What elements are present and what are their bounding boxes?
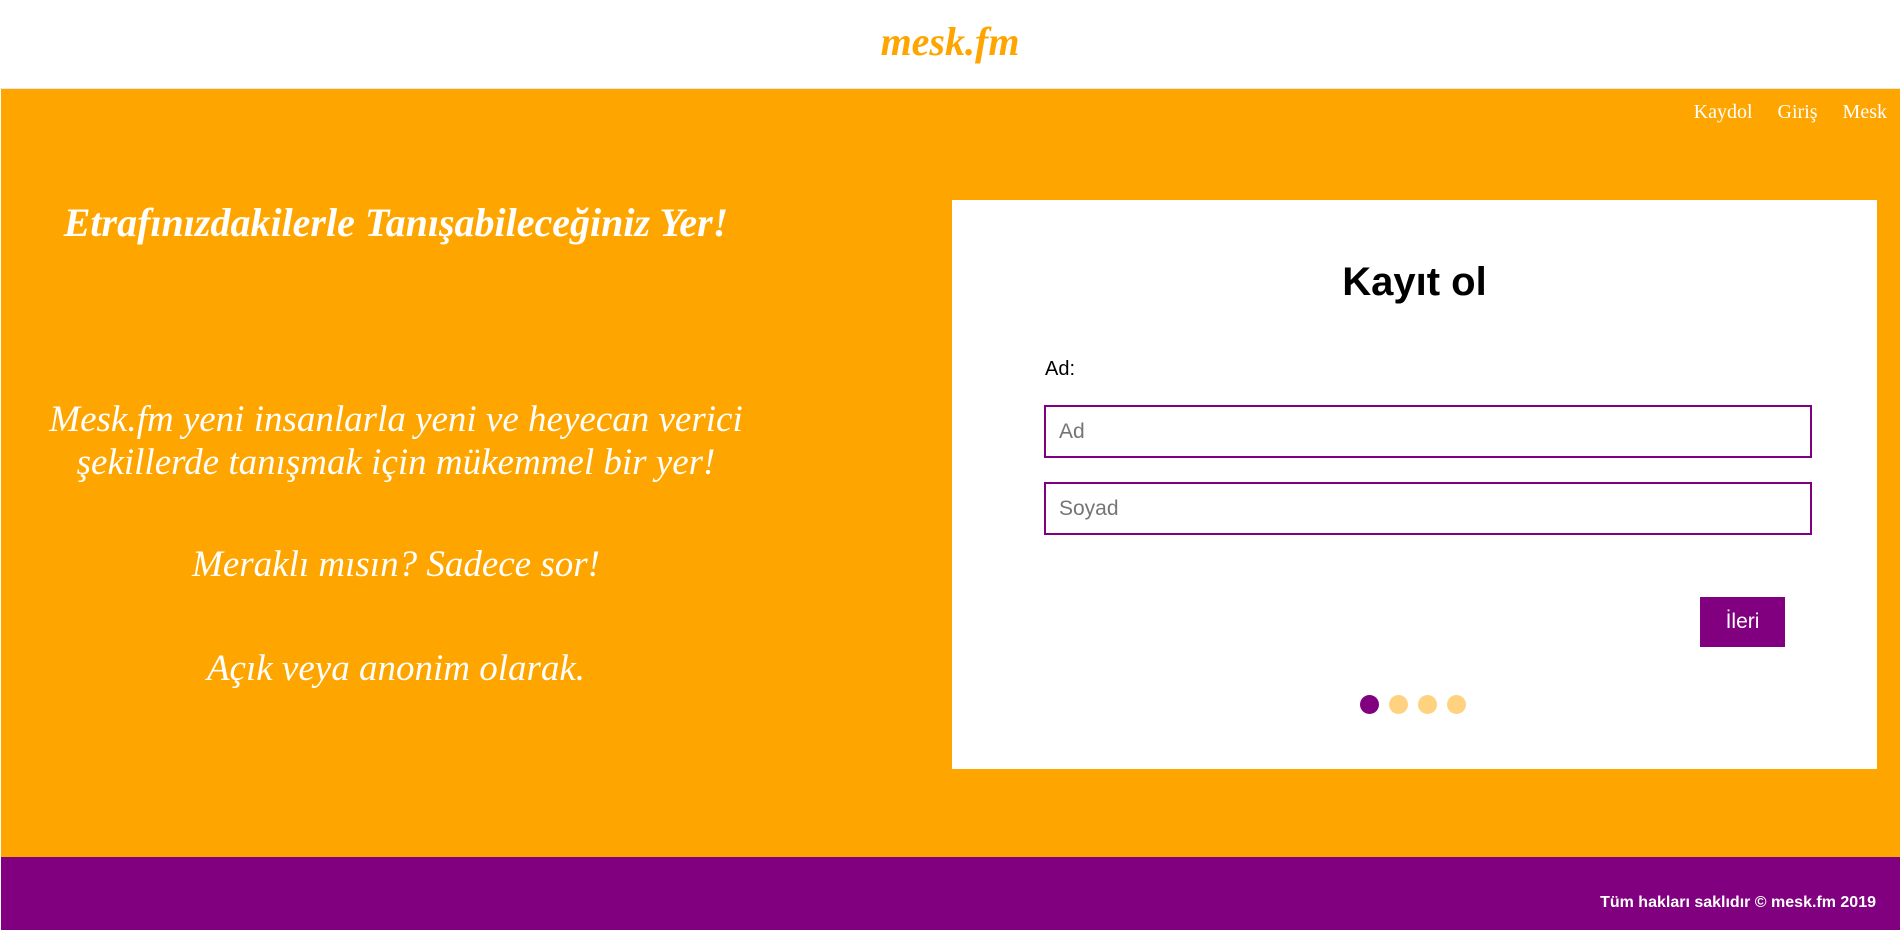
- last-name-input[interactable]: [1044, 482, 1812, 535]
- hero-text: Etrafınızdakilerle Tanışabileceğiniz Yer…: [1, 89, 791, 857]
- hero-note: Açık veya anonim olarak.: [206, 648, 586, 689]
- hero-description: Mesk.fm yeni insanlarla yeni ve heyecan …: [49, 399, 743, 483]
- step-dot-1: [1360, 695, 1379, 714]
- hero-question: Meraklı mısın? Sadece sor!: [192, 544, 600, 585]
- brand-logo[interactable]: mesk.fm: [0, 16, 1900, 68]
- nav-link-kaydol[interactable]: Kaydol: [1694, 101, 1753, 124]
- copyright-text: Tüm hakları saklıdır © mesk.fm 2019: [1600, 894, 1876, 911]
- footer: Tüm hakları saklıdır © mesk.fm 2019: [1, 857, 1900, 930]
- signup-title: Kayıt ol: [1342, 260, 1487, 304]
- first-name-input[interactable]: [1044, 405, 1812, 458]
- step-dot-2: [1389, 695, 1408, 714]
- next-button[interactable]: İleri: [1700, 597, 1785, 647]
- main-section: Kaydol Giriş Mesk Etrafınızdakilerle Tan…: [1, 89, 1900, 857]
- top-nav: Kaydol Giriş Mesk: [1694, 101, 1887, 124]
- step-dot-3: [1418, 695, 1437, 714]
- hero-headline: Etrafınızdakilerle Tanışabileceğiniz Yer…: [63, 200, 729, 245]
- top-header: mesk.fm: [0, 0, 1900, 89]
- signup-card: Kayıt ol Ad: İleri: [952, 200, 1877, 769]
- nav-link-mesk[interactable]: Mesk: [1843, 101, 1887, 124]
- first-name-label: Ad:: [1045, 358, 1076, 380]
- step-indicator: [1360, 695, 1466, 714]
- step-dot-4: [1447, 695, 1466, 714]
- nav-link-giris[interactable]: Giriş: [1778, 101, 1818, 124]
